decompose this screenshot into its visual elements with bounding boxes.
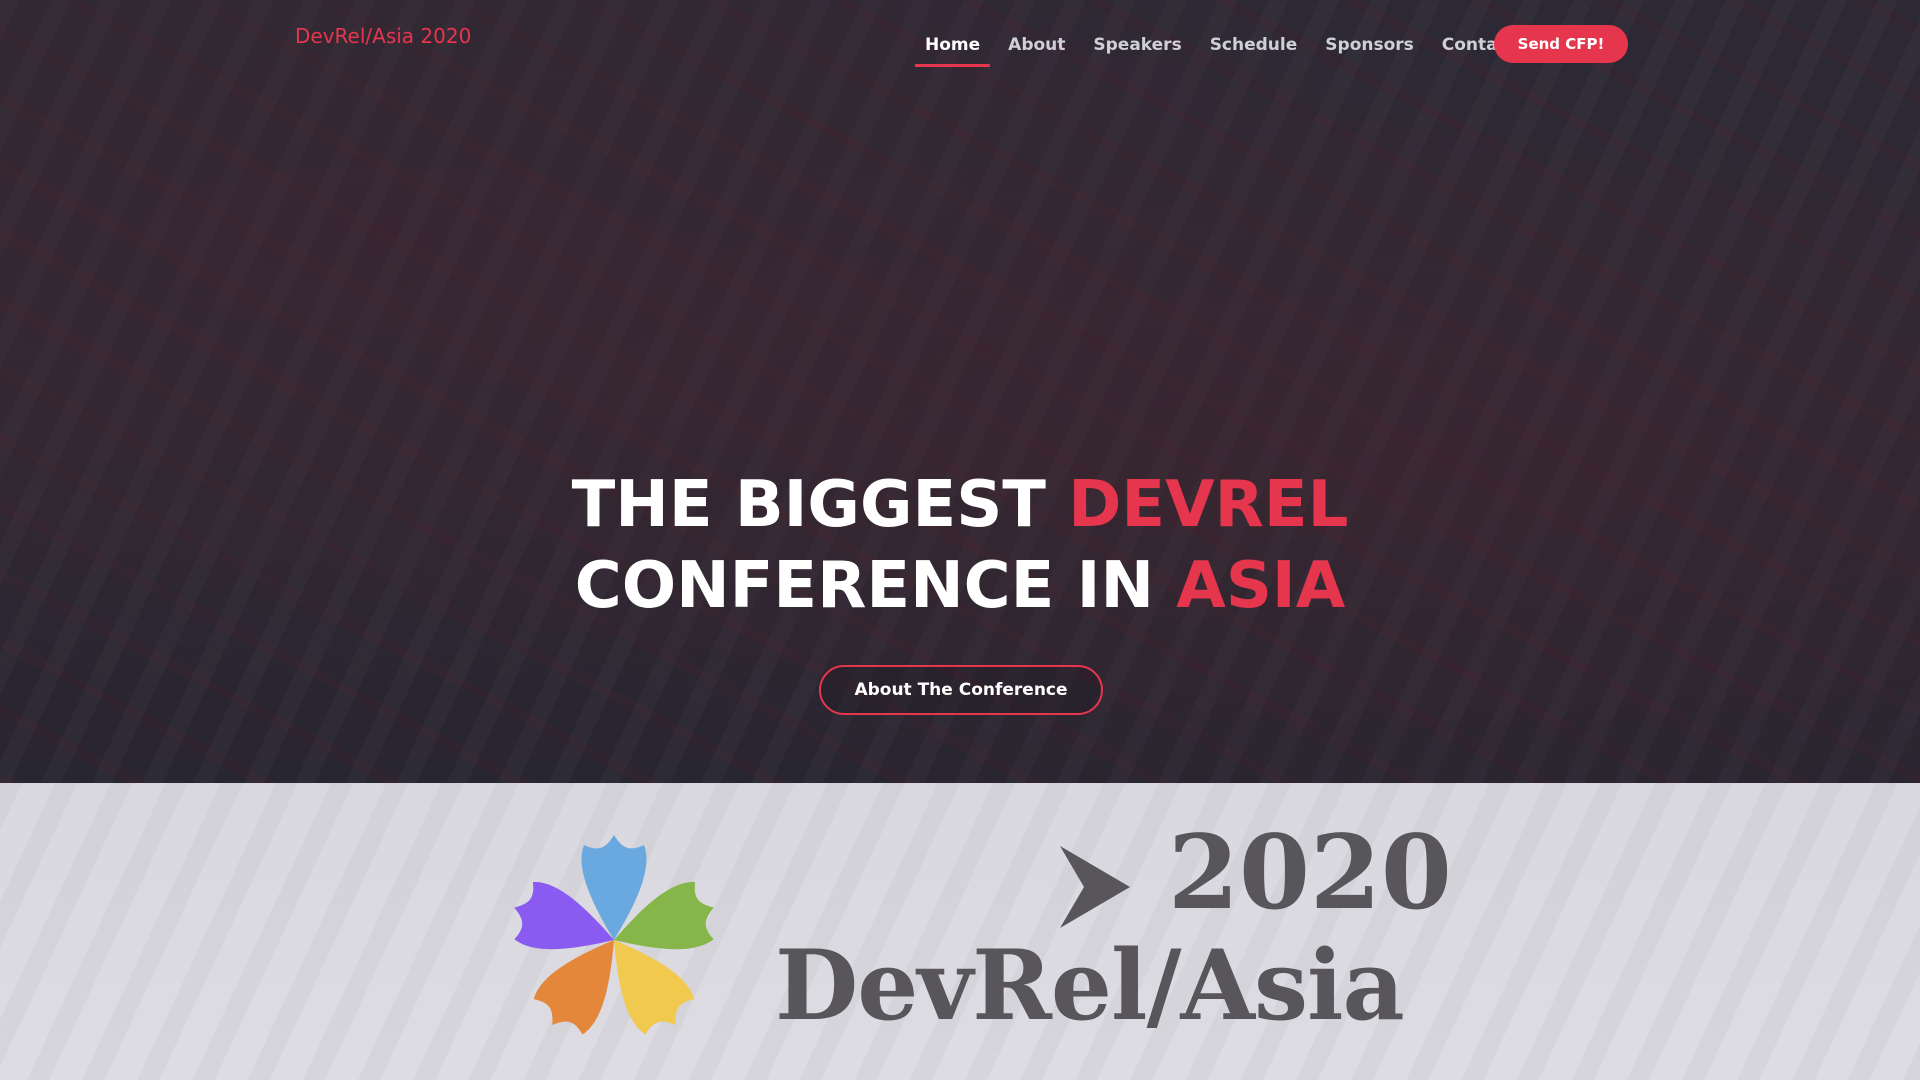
nav-schedule[interactable]: Schedule [1210, 27, 1298, 63]
about-conference-button[interactable]: About The Conference [819, 665, 1103, 715]
logo-wordmark: DevRel/Asia [775, 929, 1405, 1042]
hero-headline: THE BIGGEST DEVREL CONFERENCE IN ASIA [0, 465, 1920, 627]
headline-line2-accent: ASIA [1176, 549, 1346, 623]
nav-home[interactable]: Home [914, 27, 991, 67]
send-cfp-button[interactable]: Send CFP! [1494, 25, 1628, 63]
headline-line1-white: THE BIGGEST [571, 468, 1069, 542]
logo-year: 2020 [1168, 813, 1452, 933]
headline-line2-white: CONFERENCE IN [574, 549, 1177, 623]
chevron-right-icon [1060, 846, 1130, 928]
nav-speakers[interactable]: Speakers [1093, 27, 1181, 63]
headline-line1-accent: DEVREL [1068, 468, 1349, 542]
nav-sponsors[interactable]: Sponsors [1325, 27, 1414, 63]
nav-about[interactable]: About [1008, 27, 1065, 63]
flower-logo-icon [514, 835, 714, 1035]
site-brand-link[interactable]: DevRel/Asia 2020 [295, 24, 471, 48]
main-nav: Home About Speakers Schedule Sponsors Co… [914, 25, 1544, 67]
